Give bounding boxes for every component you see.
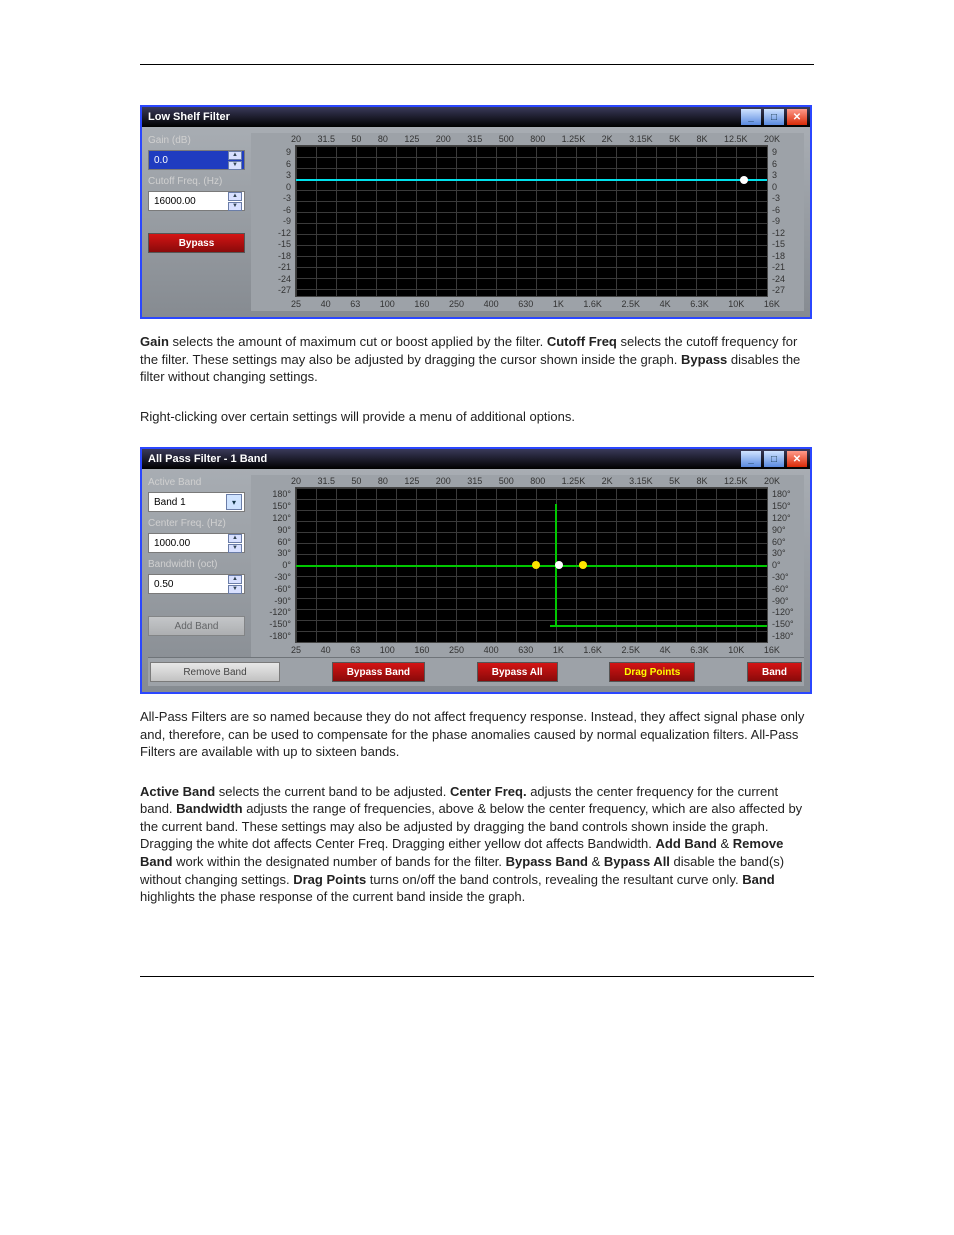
minimize-icon[interactable]: _	[741, 109, 761, 125]
right-ticks: 180°150°120°90°60°30°0°-30°-60°-90°-120°…	[768, 487, 804, 643]
allpass-intro: All-Pass Filters are so named because th…	[140, 708, 814, 761]
page-header-rule	[140, 64, 814, 65]
bw-handle-high[interactable]	[579, 561, 587, 569]
chart-grid[interactable]	[295, 145, 768, 297]
page-footer-rule	[140, 976, 814, 977]
window-title: Low Shelf Filter	[148, 111, 230, 123]
maximize-icon[interactable]: □	[764, 109, 784, 125]
bandwidth-input[interactable]: 0.50 ▲▼	[148, 574, 245, 594]
lowshelf-chart[interactable]: 2031.550801252003155008001.25K2K3.15K5K8…	[251, 133, 804, 311]
center-handle[interactable]	[555, 561, 563, 569]
low-shelf-window: Low Shelf Filter _ □ ✕ Gain (dB) 0.0 ▲▼ …	[140, 105, 812, 319]
close-icon[interactable]: ✕	[787, 109, 807, 125]
allpass-window: All Pass Filter - 1 Band _ □ ✕ Active Ba…	[140, 447, 812, 694]
allpass-description: Active Band selects the current band to …	[140, 783, 814, 906]
band-button[interactable]: Band	[747, 662, 802, 682]
add-band-button[interactable]: Add Band	[148, 616, 245, 636]
minimize-icon[interactable]: _	[741, 451, 761, 467]
center-freq-label: Center Freq. (Hz)	[148, 518, 245, 529]
bw-handle-low[interactable]	[532, 561, 540, 569]
phase-curve-neg	[550, 625, 767, 627]
gain-input[interactable]: 0.0 ▲▼	[148, 150, 245, 170]
rightclick-note: Right-clicking over certain settings wil…	[140, 408, 814, 426]
active-band-select[interactable]: Band 1 ▾	[148, 492, 245, 512]
allpass-chart[interactable]: 2031.550801252003155008001.25K2K3.15K5K8…	[251, 475, 804, 657]
cutoff-label: Cutoff Freq. (Hz)	[148, 176, 245, 187]
gain-value: 0.0	[154, 155, 168, 166]
drag-handle[interactable]	[740, 176, 748, 184]
remove-band-button[interactable]: Remove Band	[150, 662, 280, 682]
top-ticks: 2031.550801252003155008001.25K2K3.15K5K8…	[251, 475, 804, 487]
left-ticks: 9630-3-6-9-12-15-18-21-24-27	[251, 145, 295, 297]
lowshelf-description: Gain selects the amount of maximum cut o…	[140, 333, 814, 386]
center-freq-spinner[interactable]: ▲▼	[228, 534, 242, 553]
left-ticks: 180°150°120°90°60°30°0°-30°-60°-90°-120°…	[251, 487, 295, 643]
chart-grid[interactable]	[295, 487, 768, 643]
center-freq-input[interactable]: 1000.00 ▲▼	[148, 533, 245, 553]
window-title: All Pass Filter - 1 Band	[148, 453, 267, 465]
bandwidth-value: 0.50	[154, 579, 173, 590]
titlebar[interactable]: Low Shelf Filter _ □ ✕	[142, 107, 810, 127]
center-freq-value: 1000.00	[154, 538, 190, 549]
right-ticks: 9630-3-6-9-12-15-18-21-24-27	[768, 145, 804, 297]
bypass-button[interactable]: Bypass	[148, 233, 245, 253]
bypass-band-button[interactable]: Bypass Band	[332, 662, 425, 682]
cutoff-value: 16000.00	[154, 196, 196, 207]
cutoff-input[interactable]: 16000.00 ▲▼	[148, 191, 245, 211]
top-ticks: 2031.550801252003155008001.25K2K3.15K5K8…	[251, 133, 804, 145]
gain-spinner[interactable]: ▲▼	[228, 151, 242, 170]
titlebar[interactable]: All Pass Filter - 1 Band _ □ ✕	[142, 449, 810, 469]
maximize-icon[interactable]: □	[764, 451, 784, 467]
drag-points-button[interactable]: Drag Points	[609, 662, 695, 682]
active-band-value: Band 1	[154, 497, 186, 508]
active-band-label: Active Band	[148, 477, 245, 488]
response-curve	[296, 179, 767, 181]
chevron-down-icon[interactable]: ▾	[226, 494, 242, 510]
cutoff-spinner[interactable]: ▲▼	[228, 192, 242, 211]
close-icon[interactable]: ✕	[787, 451, 807, 467]
bottom-ticks: 2540631001602504006301K1.6K2.5K4K6.3K10K…	[251, 643, 804, 657]
bandwidth-spinner[interactable]: ▲▼	[228, 575, 242, 594]
gain-label: Gain (dB)	[148, 135, 245, 146]
bypass-all-button[interactable]: Bypass All	[477, 662, 558, 682]
bandwidth-label: Bandwidth (oct)	[148, 559, 245, 570]
bottom-ticks: 2540631001602504006301K1.6K2.5K4K6.3K10K…	[251, 297, 804, 311]
